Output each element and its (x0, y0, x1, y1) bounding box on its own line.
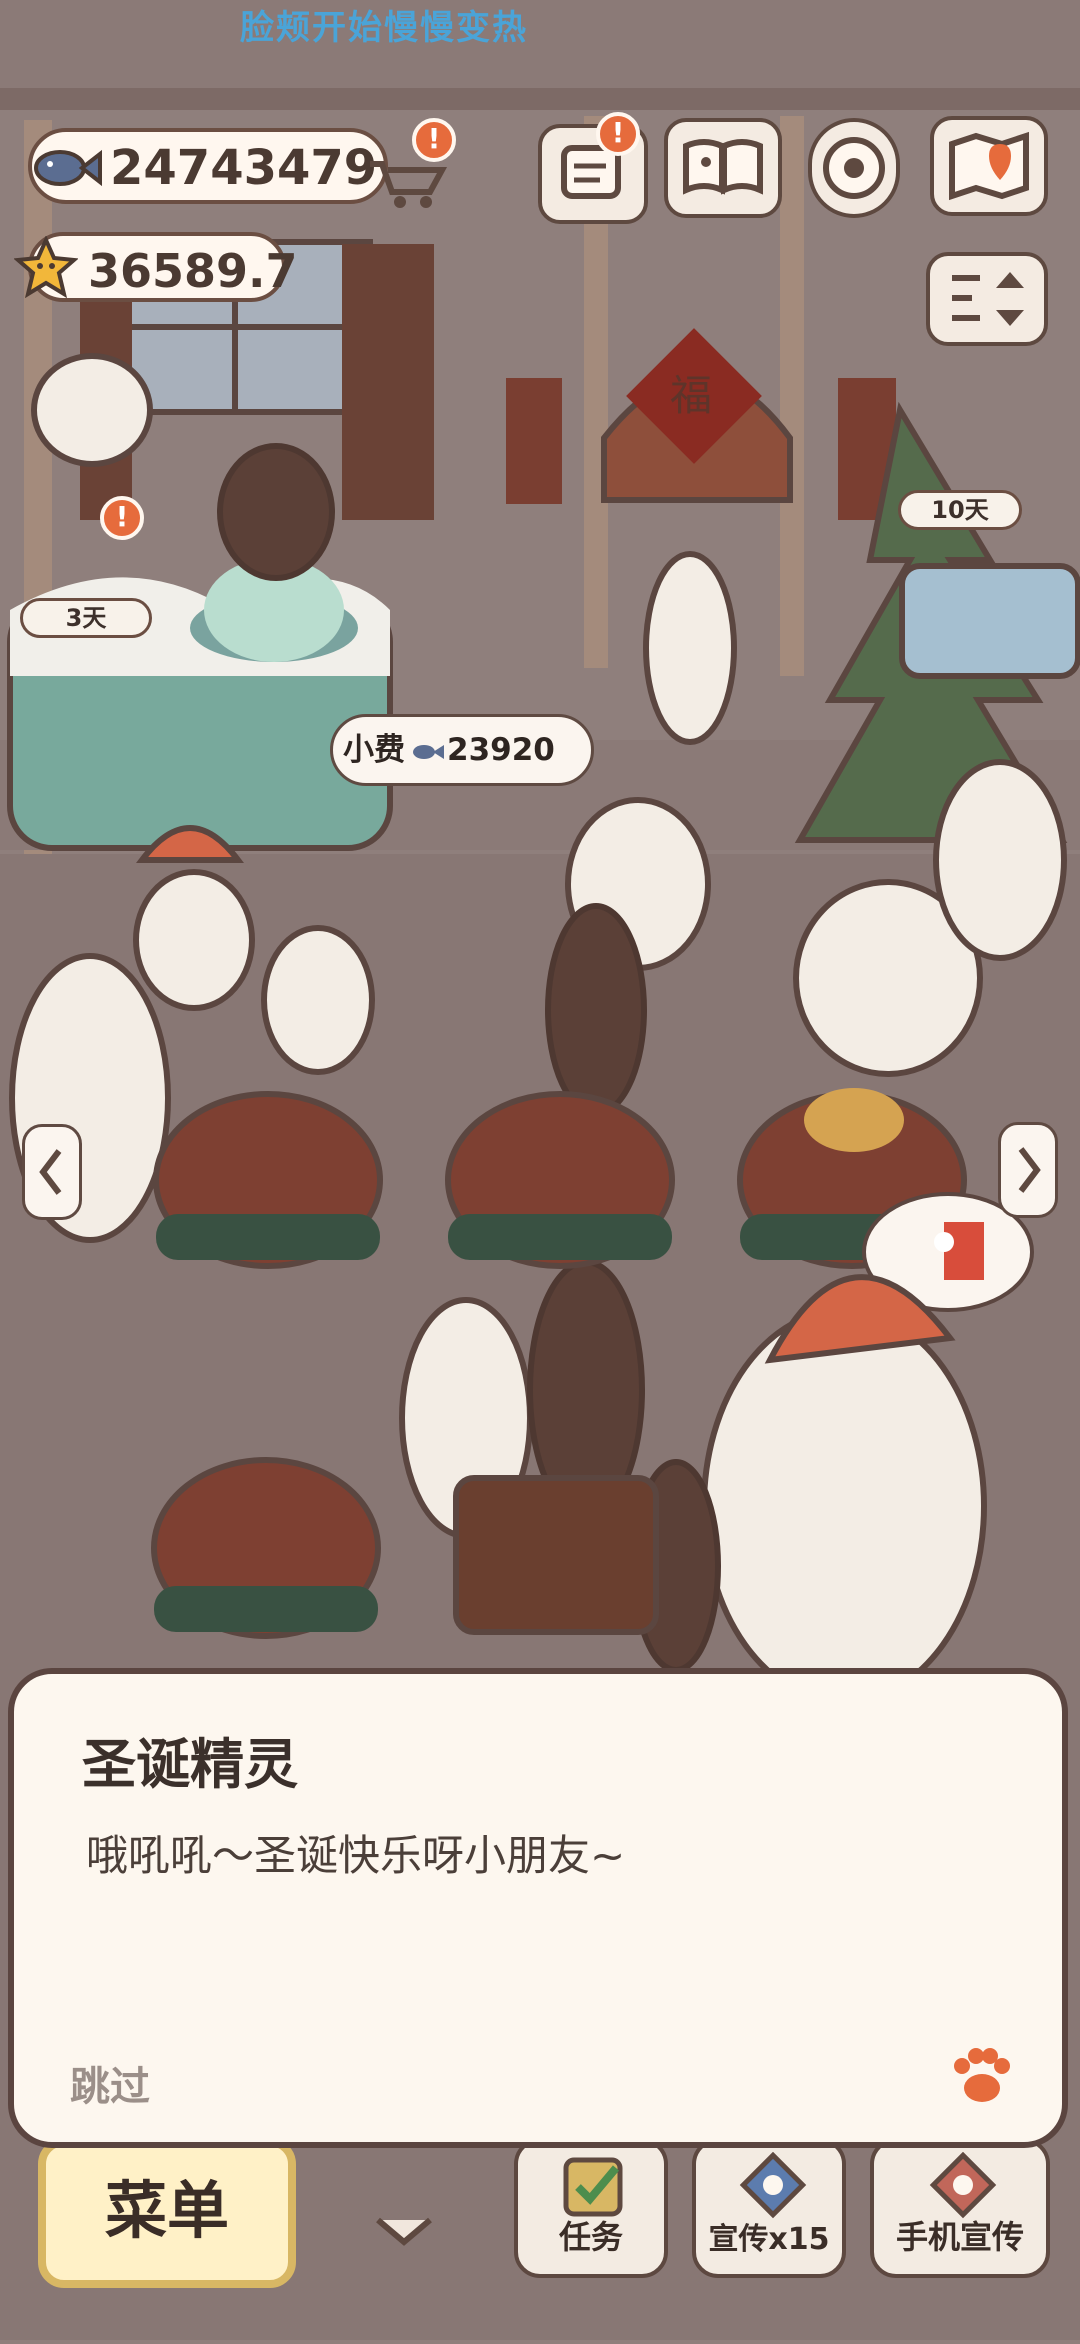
notice-alert-badge: ! (596, 112, 640, 156)
fish-currency-value: 24743479 (110, 140, 378, 196)
left-event-timer: 3天 (20, 598, 152, 638)
sort-button[interactable] (926, 252, 1048, 346)
svg-text:福: 福 (670, 371, 712, 420)
book-button[interactable] (664, 118, 782, 218)
scene-right-arrow[interactable] (998, 1122, 1058, 1218)
scene-left-arrow[interactable] (22, 1124, 82, 1220)
fish-currency-display: 24743479 (28, 128, 388, 204)
task-button-label: 任务 (558, 2218, 623, 2256)
right-event-timer: 10天 (898, 490, 1022, 530)
top-caption: 脸颊开始慢慢变热 (240, 8, 528, 48)
sort-icon (952, 272, 1024, 326)
tip-bubble[interactable]: 小费 23920 (330, 714, 594, 786)
settings-button[interactable] (808, 118, 900, 218)
promo-button-label: 宣传x15 (708, 2222, 830, 2257)
dialog-box[interactable]: 圣诞精灵 哦吼吼～圣诞快乐呀小朋友~ 跳过 (8, 1668, 1068, 2148)
event-alert-badge: ! (100, 496, 144, 540)
skip-button[interactable]: 跳过 (70, 2054, 150, 2112)
map-icon (949, 131, 1029, 201)
dialog-speaker: 圣诞精灵 (82, 1733, 298, 1796)
task-button[interactable]: 任务 (514, 2138, 668, 2278)
phone-promo-button-label: 手机宣传 (895, 2218, 1024, 2256)
tip-label: 小费 (343, 732, 405, 768)
star-currency-display: 36589.7 (14, 232, 298, 302)
fish-icon (34, 149, 102, 187)
phone-promo-button[interactable]: 手机宣传 (870, 2138, 1050, 2278)
chevron-down-icon (376, 2217, 432, 2246)
gear-icon (823, 137, 885, 199)
left-arrow-icon (39, 1149, 62, 1195)
fish-icon (413, 745, 444, 759)
down-arrow-button[interactable] (368, 2210, 440, 2252)
menu-button[interactable]: 菜单 (38, 2138, 296, 2288)
right-arrow-icon (1018, 1147, 1041, 1193)
paw-icon (954, 2048, 1010, 2102)
book-icon (683, 139, 763, 195)
star-icon (14, 236, 78, 298)
star-currency-value: 36589.7 (88, 244, 298, 298)
promotion-icon (739, 2152, 807, 2219)
map-button[interactable] (930, 116, 1048, 216)
cart-alert-badge: ! (412, 118, 456, 162)
dialog-message: 哦吼吼～圣诞快乐呀小朋友~ (86, 1831, 626, 1880)
promo-button[interactable]: 宣传x15 (692, 2138, 846, 2278)
tip-value: 23920 (447, 732, 555, 768)
